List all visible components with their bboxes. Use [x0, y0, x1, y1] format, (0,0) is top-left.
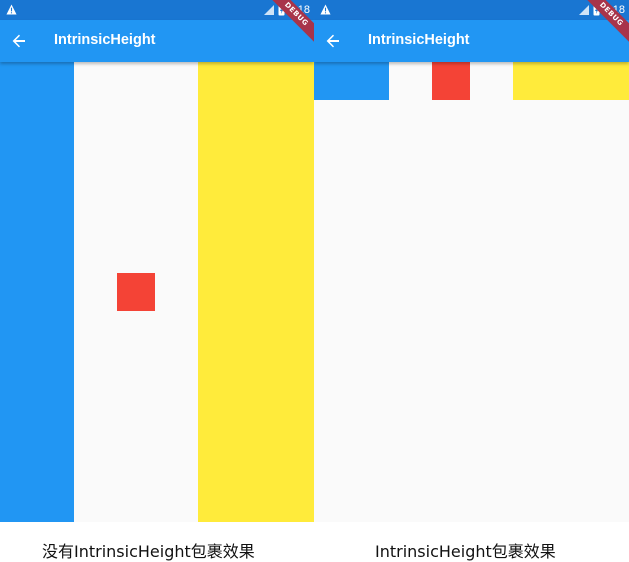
warning-icon	[6, 4, 17, 15]
red-block	[117, 273, 155, 311]
signal-icon	[578, 5, 589, 15]
signal-icon	[263, 5, 274, 15]
phone-screen-without-intrinsicheight: 6:18 IntrinsicHeight DEBUG	[0, 0, 314, 522]
app-bar: IntrinsicHeight	[0, 20, 314, 62]
arrow-back-icon[interactable]	[10, 32, 28, 50]
app-bar-title: IntrinsicHeight	[54, 32, 156, 48]
arrow-back-icon[interactable]	[324, 32, 342, 50]
app-bar: IntrinsicHeight	[314, 20, 629, 62]
caption-without-intrinsicheight: 没有IntrinsicHeight包裹效果	[42, 542, 255, 561]
yellow-block	[198, 62, 314, 522]
app-bar-title: IntrinsicHeight	[368, 32, 470, 48]
blue-block	[314, 62, 389, 100]
warning-icon	[320, 4, 331, 15]
status-bar: 6:18	[0, 0, 314, 20]
yellow-block	[513, 62, 629, 100]
status-bar: 6:18	[314, 0, 629, 20]
phone-screen-with-intrinsicheight: 6:18 IntrinsicHeight DEBUG	[314, 0, 629, 522]
blue-block	[0, 62, 74, 522]
caption-with-intrinsicheight: IntrinsicHeight包裹效果	[375, 542, 556, 561]
red-block	[432, 62, 470, 100]
